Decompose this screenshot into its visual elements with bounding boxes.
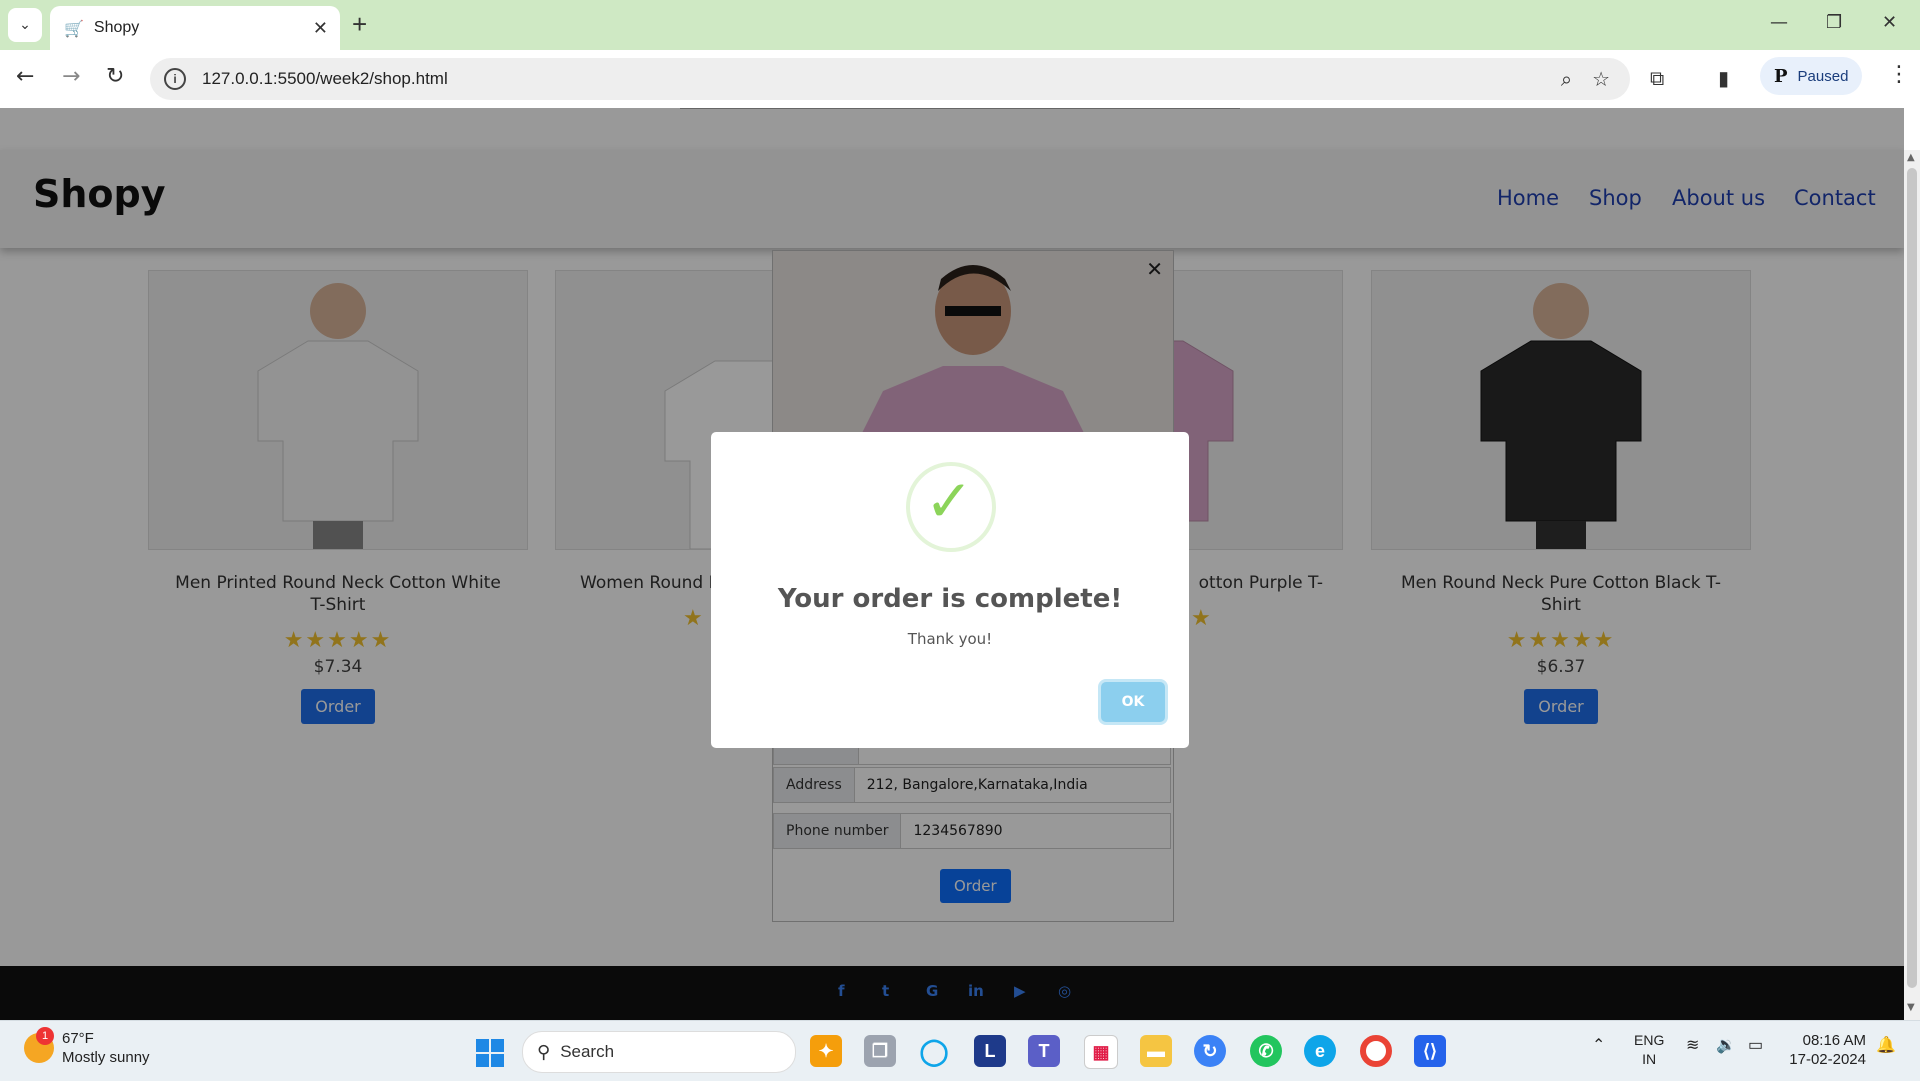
clock[interactable]: 08:16 AM 17-02-2024 [1786, 1031, 1866, 1069]
profile-paused-button[interactable]: P Paused [1760, 57, 1862, 95]
file-explorer-icon[interactable]: ▬ [1140, 1035, 1172, 1067]
search-icon: ⚲ [537, 1041, 551, 1063]
side-panel-icon[interactable]: ▮ [1718, 66, 1729, 90]
scroll-up-icon[interactable]: ▲ [1907, 152, 1915, 163]
tab-title: Shopy [93, 19, 140, 36]
browser-toolbar: ← → ↻ i 127.0.0.1:5500/week2/shop.html ⌕… [0, 50, 1920, 108]
volume-icon[interactable]: 🔉 [1716, 1035, 1736, 1055]
address-bar[interactable]: i 127.0.0.1:5500/week2/shop.html ⌕ ☆ [150, 58, 1630, 100]
tab-search-button[interactable]: ⌄ [8, 8, 42, 42]
url-text[interactable]: 127.0.0.1:5500/week2/shop.html [202, 69, 1561, 89]
search-label: Search [560, 1042, 615, 1061]
date: 17-02-2024 [1789, 1051, 1866, 1068]
whatsapp-icon[interactable]: ✆ [1250, 1035, 1282, 1067]
profile-icon: P [1774, 65, 1788, 87]
extensions-icon[interactable]: ⧉ [1650, 66, 1664, 90]
time: 08:16 AM [1802, 1032, 1866, 1049]
weather-text: 67°F Mostly sunny [62, 1029, 150, 1067]
cortana-icon[interactable]: ◯ [918, 1035, 950, 1067]
dialog-text: Thank you! [907, 630, 993, 648]
weather-temp: 67°F [62, 1030, 94, 1047]
task-view-icon[interactable]: ❐ [864, 1035, 896, 1067]
battery-icon[interactable]: ▭ [1748, 1035, 1763, 1055]
weather-widget[interactable]: 1 67°F Mostly sunny [24, 1027, 150, 1067]
vscode-icon[interactable]: ⟨⟩ [1414, 1035, 1446, 1067]
browser-tabstrip: ⌄ 🛒 Shopy ✕ + — ❐ ✕ [0, 0, 1920, 50]
l-app-icon[interactable]: L [974, 1035, 1006, 1067]
page-viewport: Shopy Home Shop About us Contact Men Pri… [0, 108, 1904, 1020]
wifi-icon[interactable]: ≋ [1686, 1035, 1699, 1055]
lang-top: ENG [1634, 1032, 1665, 1048]
site-info-icon[interactable]: i [164, 68, 186, 90]
taskbar: 1 67°F Mostly sunny ⚲ Search ✦ ❐ ◯ L T ▦… [0, 1020, 1920, 1081]
taskbar-search[interactable]: ⚲ Search [522, 1031, 796, 1073]
weather-desc: Mostly sunny [62, 1049, 150, 1066]
windows-logo-icon [476, 1039, 504, 1067]
bookmark-star-icon[interactable]: ☆ [1592, 67, 1610, 91]
browser-menu-icon[interactable]: ⋮ [1888, 62, 1910, 87]
notifications-bell-icon[interactable]: 🔔 [1876, 1035, 1896, 1055]
forward-icon[interactable]: → [62, 64, 80, 89]
page-scrollbar[interactable]: ▲ ▼ [1904, 150, 1920, 1020]
scroll-thumb[interactable] [1907, 168, 1917, 988]
new-tab-button[interactable]: + [352, 10, 367, 38]
cart-icon: 🛒 [64, 18, 84, 38]
paused-label: Paused [1797, 67, 1849, 85]
scroll-down-icon[interactable]: ▼ [1907, 1002, 1915, 1013]
sync-app-icon[interactable]: ↻ [1194, 1035, 1226, 1067]
sun-icon: 1 [24, 1027, 54, 1063]
teams-icon[interactable]: T [1028, 1035, 1060, 1067]
minimize-icon[interactable]: — [1770, 12, 1788, 33]
chrome-icon[interactable] [1360, 1035, 1392, 1067]
notification-badge: 1 [36, 1027, 54, 1045]
store-icon[interactable]: ▦ [1084, 1035, 1118, 1069]
ok-button[interactable]: OK [1101, 682, 1165, 722]
copilot-icon[interactable]: ✦ [810, 1035, 842, 1067]
language-indicator[interactable]: ENG IN [1634, 1031, 1664, 1069]
browser-tab[interactable]: 🛒 Shopy ✕ [50, 6, 340, 50]
start-icon[interactable] [474, 1037, 506, 1069]
back-icon[interactable]: ← [16, 64, 34, 89]
edge-icon[interactable]: e [1304, 1035, 1336, 1067]
checkmark-icon: ✓ [924, 467, 974, 535]
chevron-down-icon: ⌄ [19, 17, 31, 33]
dialog-title: Your order is complete! [777, 584, 1123, 614]
lang-bottom: IN [1642, 1051, 1657, 1067]
close-window-icon[interactable]: ✕ [1882, 12, 1897, 33]
success-dialog: ✓ Your order is complete! Thank you! OK [711, 432, 1189, 748]
chevron-up-icon[interactable]: ⌃ [1592, 1035, 1605, 1055]
zoom-icon[interactable]: ⌕ [1561, 67, 1572, 91]
close-tab-icon[interactable]: ✕ [313, 18, 328, 39]
reload-icon[interactable]: ↻ [106, 64, 124, 89]
restore-icon[interactable]: ❐ [1826, 12, 1842, 33]
